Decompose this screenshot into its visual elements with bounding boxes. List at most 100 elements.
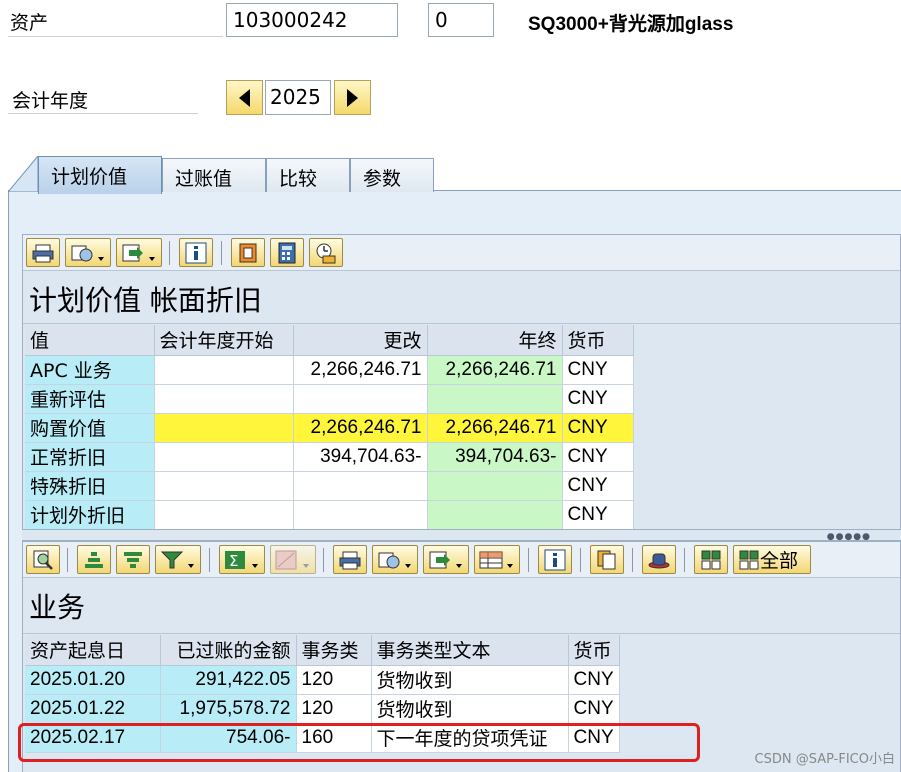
- row-currency: CNY: [562, 442, 634, 472]
- tab-planned-values[interactable]: 计划价值: [38, 156, 162, 194]
- view-icon: [378, 552, 411, 568]
- sort-ascending-button[interactable]: [77, 545, 111, 574]
- info-icon: [544, 549, 566, 570]
- table-row[interactable]: 2025.01.20 291,422.05 120 货物收到 CNY: [25, 665, 620, 695]
- title-divider: [23, 633, 900, 634]
- hat-button[interactable]: [642, 545, 676, 574]
- export-button[interactable]: [116, 238, 162, 267]
- row-change: [293, 500, 428, 530]
- row-year-end: 2,266,246.71: [427, 355, 563, 385]
- tab-comparison[interactable]: 比较: [266, 158, 350, 192]
- sort-descending-button[interactable]: [116, 545, 150, 574]
- column-header-year-end[interactable]: 年终: [427, 325, 563, 356]
- columns-button[interactable]: [694, 545, 728, 574]
- column-header-change[interactable]: 更改: [293, 325, 428, 356]
- row-year-end: 394,704.63-: [427, 442, 563, 472]
- filter-button[interactable]: [155, 545, 201, 574]
- row-value-label: 特殊折旧: [25, 471, 155, 501]
- toolbar-separator: [632, 548, 633, 572]
- columns-icon: [739, 550, 759, 569]
- export-button[interactable]: [423, 545, 469, 574]
- time-button[interactable]: [309, 238, 343, 267]
- asset-label-underline: [8, 36, 223, 37]
- tab-posted-values[interactable]: 过账值: [162, 158, 266, 192]
- row-year-end: [427, 500, 563, 530]
- row-value-label: 正常折旧: [25, 442, 155, 472]
- row-year-start: [154, 471, 294, 501]
- view-button[interactable]: [65, 238, 111, 267]
- export-icon: [429, 551, 462, 568]
- toolbar-separator: [528, 548, 529, 572]
- row-currency: CNY: [568, 665, 620, 695]
- previous-year-button[interactable]: [226, 80, 263, 115]
- document-button[interactable]: [231, 238, 265, 267]
- show-all-button[interactable]: 全部: [733, 545, 811, 574]
- table-header-row: 值 会计年度开始 更改 年终 货币: [25, 325, 634, 356]
- table-row[interactable]: 重新评估 CNY: [25, 384, 634, 414]
- tab-parameters[interactable]: 参数: [350, 158, 434, 192]
- details-button[interactable]: [26, 545, 60, 574]
- table-row[interactable]: 计划外折旧 CNY: [25, 500, 634, 530]
- toolbar-separator: [221, 241, 222, 265]
- info-button[interactable]: [179, 238, 213, 267]
- column-header-currency[interactable]: 货币: [568, 635, 620, 666]
- view-button[interactable]: [372, 545, 418, 574]
- planned-values-panel: 计划价值 帐面折旧 值 会计年度开始 更改 年终 货币 APC 业务 2,266…: [22, 234, 901, 530]
- column-header-asset-value-date[interactable]: 资产起息日: [25, 635, 161, 666]
- toolbar-separator: [323, 548, 324, 572]
- column-header-year-start[interactable]: 会计年度开始: [154, 325, 294, 356]
- column-header-transaction-type[interactable]: 事务类: [296, 635, 372, 666]
- table-row[interactable]: 2025.01.22 1,975,578.72 120 货物收到 CNY: [25, 694, 620, 724]
- calculator-icon: [278, 242, 296, 263]
- show-all-label: 全部: [760, 550, 799, 572]
- sort-descending-icon: [124, 551, 142, 568]
- asset-number-field[interactable]: 103000242: [226, 3, 398, 37]
- asset-label: 资产: [10, 12, 49, 34]
- table-row[interactable]: APC 业务 2,266,246.71 2,266,246.71 CNY: [25, 355, 634, 385]
- sub-number-field[interactable]: 0: [428, 3, 494, 37]
- fiscal-year-underline: [8, 113, 198, 114]
- print-button[interactable]: [26, 238, 60, 267]
- layout-button[interactable]: [474, 545, 520, 574]
- column-header-value[interactable]: 值: [25, 325, 155, 356]
- table-row-highlighted[interactable]: 购置价值 2,266,246.71 2,266,246.71 CNY: [25, 413, 634, 443]
- transactions-title: 业务: [29, 591, 86, 624]
- tab-bar: 计划价值 过账值 比较 参数: [8, 152, 901, 194]
- panel-splitter[interactable]: ●●●●●: [22, 529, 901, 542]
- info-button[interactable]: [538, 545, 572, 574]
- column-header-currency[interactable]: 货币: [562, 325, 634, 356]
- printer-icon: [32, 244, 54, 262]
- document-icon: [239, 243, 257, 262]
- row-year-start: [154, 355, 294, 385]
- row-type-text: 货物收到: [371, 694, 569, 724]
- row-change: 2,266,246.71: [293, 413, 428, 443]
- copy-documents-icon: [597, 550, 616, 569]
- table-row[interactable]: 正常折旧 394,704.63- 394,704.63- CNY: [25, 442, 634, 472]
- toolbar-separator: [580, 548, 581, 572]
- next-year-button[interactable]: [334, 80, 371, 115]
- row-year-end: [427, 384, 563, 414]
- calculator-button[interactable]: [270, 238, 304, 267]
- layout-grid-icon: [479, 551, 513, 568]
- subtotal-button[interactable]: [270, 545, 316, 574]
- row-date: 2025.01.20: [25, 665, 161, 695]
- column-header-transaction-text[interactable]: 事务类型文本: [371, 635, 569, 666]
- table-header-row: 资产起息日 已过账的金额 事务类 事务类型文本 货币: [25, 635, 620, 666]
- title-divider: [23, 323, 900, 324]
- asset-description: SQ3000+背光源加glass: [528, 14, 734, 35]
- toolbar-separator: [209, 548, 210, 572]
- print-button[interactable]: [333, 545, 367, 574]
- row-date: 2025.01.22: [25, 694, 161, 724]
- sort-ascending-icon: [85, 551, 103, 568]
- column-header-posted-amount[interactable]: 已过账的金额: [160, 635, 297, 666]
- row-year-start: [154, 413, 294, 443]
- total-button[interactable]: Σ: [219, 545, 265, 574]
- row-value-label: 计划外折旧: [25, 500, 155, 530]
- copy-button[interactable]: [590, 545, 624, 574]
- magnifier-icon: [33, 550, 53, 570]
- row-type-text: 货物收到: [371, 665, 569, 695]
- fiscal-year-field[interactable]: 2025: [265, 80, 331, 115]
- arrow-left-icon: [239, 88, 250, 107]
- table-row[interactable]: 特殊折旧 CNY: [25, 471, 634, 501]
- transactions-toolbar: Σ 全部: [23, 542, 900, 578]
